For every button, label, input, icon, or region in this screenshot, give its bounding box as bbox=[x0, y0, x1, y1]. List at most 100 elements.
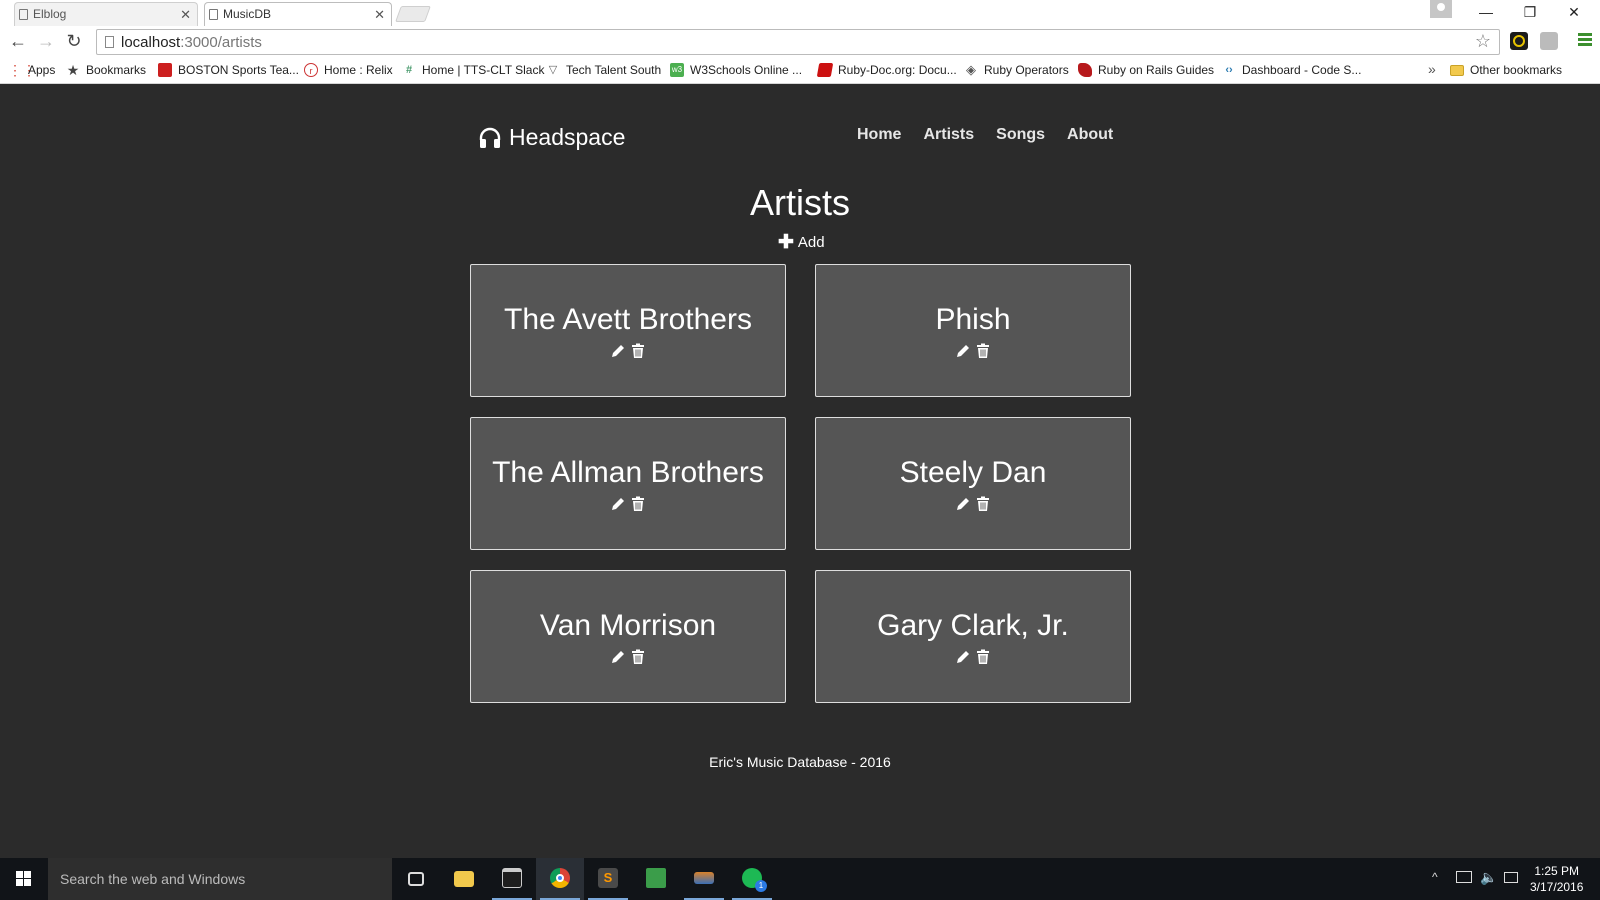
delete-trash-icon[interactable] bbox=[975, 343, 991, 359]
page-icon bbox=[105, 36, 114, 48]
chrome-icon[interactable] bbox=[536, 858, 584, 900]
ruby-doc-icon bbox=[816, 63, 834, 77]
spotify-icon[interactable]: 1 bbox=[728, 858, 776, 900]
browser-titlebar: Elblog ✕ MusicDB ✕ — ❐ ✕ bbox=[0, 0, 1600, 26]
windows-start-button[interactable] bbox=[0, 858, 48, 900]
restore-button[interactable]: ❐ bbox=[1508, 0, 1552, 26]
code-school-icon: ‹› bbox=[1225, 64, 1233, 76]
delete-trash-icon[interactable] bbox=[630, 649, 646, 665]
bookmark-label: Tech Talent South bbox=[566, 63, 662, 77]
action-center-icon[interactable] bbox=[1504, 872, 1518, 883]
nav-home[interactable]: Home bbox=[857, 126, 901, 144]
extension-check-icon[interactable] bbox=[1510, 32, 1528, 50]
task-view-icon[interactable] bbox=[392, 858, 440, 900]
bookmark-label: Other bookmarks bbox=[1470, 63, 1563, 77]
star-icon: ★ bbox=[66, 62, 80, 78]
chevron-up-icon[interactable]: ^ bbox=[1432, 870, 1438, 900]
terminal-icon[interactable] bbox=[488, 858, 536, 900]
artist-card[interactable]: The Allman Brothers bbox=[470, 417, 786, 550]
close-window-button[interactable]: ✕ bbox=[1552, 0, 1596, 26]
edit-pencil-icon[interactable] bbox=[610, 496, 626, 512]
artist-name[interactable]: The Allman Brothers bbox=[471, 456, 785, 490]
nav-about[interactable]: About bbox=[1067, 126, 1113, 144]
close-icon[interactable]: ✕ bbox=[180, 3, 191, 26]
nav-artists[interactable]: Artists bbox=[923, 126, 974, 144]
browser-toolbar: ← → ↻ localhost:3000/artists ☆ bbox=[0, 26, 1600, 58]
boston-sports-icon bbox=[158, 63, 172, 77]
bookmarks-overflow-icon[interactable]: » bbox=[1428, 61, 1436, 77]
sublime-text-icon[interactable]: S bbox=[584, 858, 632, 900]
bookmark-ruby-operators[interactable]: ◈ Ruby Operators bbox=[964, 62, 1069, 78]
bookmark-tech-talent-south[interactable]: ▽ Tech Talent South bbox=[546, 63, 661, 77]
bookmark-rails-guides[interactable]: Ruby on Rails Guides bbox=[1078, 63, 1214, 77]
bookmark-label: Bookmarks bbox=[86, 63, 147, 77]
tab-elblog[interactable]: Elblog ✕ bbox=[14, 2, 198, 26]
delete-trash-icon[interactable] bbox=[975, 649, 991, 665]
bookmark-code-school[interactable]: ‹› Dashboard - Code S... bbox=[1222, 63, 1361, 77]
artist-card[interactable]: Gary Clark, Jr. bbox=[815, 570, 1131, 703]
volume-icon[interactable]: 🔈 bbox=[1480, 869, 1497, 900]
url-path: :3000/artists bbox=[180, 34, 262, 51]
tab-title: Elblog bbox=[33, 7, 67, 21]
bookmark-slack[interactable]: # Home | TTS-CLT Slack bbox=[402, 63, 545, 77]
tab-title: MusicDB bbox=[223, 7, 272, 21]
artist-card[interactable]: Steely Dan bbox=[815, 417, 1131, 550]
minimize-button[interactable]: — bbox=[1464, 0, 1508, 26]
windows-logo-icon bbox=[16, 871, 31, 886]
bookmark-boston-sports[interactable]: BOSTON Sports Tea... bbox=[158, 63, 299, 77]
edit-pencil-icon[interactable] bbox=[610, 649, 626, 665]
artist-name[interactable]: Phish bbox=[816, 303, 1130, 337]
hp-store-icon[interactable] bbox=[632, 858, 680, 900]
tts-icon: ▽ bbox=[548, 64, 558, 76]
delete-trash-icon[interactable] bbox=[975, 496, 991, 512]
brand-logo[interactable]: Headspace bbox=[478, 124, 625, 151]
app-icon[interactable] bbox=[680, 858, 728, 900]
new-tab-button[interactable] bbox=[395, 6, 431, 22]
bookmark-other-bookmarks[interactable]: Other bookmarks bbox=[1450, 63, 1562, 77]
chrome-menu-icon[interactable] bbox=[1578, 33, 1592, 47]
edit-pencil-icon[interactable] bbox=[955, 649, 971, 665]
profile-icon[interactable] bbox=[1430, 0, 1452, 18]
artist-card[interactable]: Phish bbox=[815, 264, 1131, 397]
bookmark-label: Home | TTS-CLT Slack bbox=[422, 63, 545, 77]
tab-musicdb[interactable]: MusicDB ✕ bbox=[204, 2, 392, 26]
edit-pencil-icon[interactable] bbox=[610, 343, 626, 359]
artist-name[interactable]: Van Morrison bbox=[471, 609, 785, 643]
edit-pencil-icon[interactable] bbox=[955, 343, 971, 359]
ruby-operators-icon: ◈ bbox=[966, 62, 976, 77]
artist-card[interactable]: The Avett Brothers bbox=[470, 264, 786, 397]
add-artist-button[interactable]: ✚ Add bbox=[778, 233, 825, 252]
close-icon[interactable]: ✕ bbox=[374, 3, 385, 26]
file-explorer-icon[interactable] bbox=[440, 858, 488, 900]
slack-icon: # bbox=[405, 64, 413, 76]
bookmark-relix[interactable]: r Home : Relix bbox=[304, 63, 393, 77]
battery-icon[interactable] bbox=[1456, 871, 1472, 883]
delete-trash-icon[interactable] bbox=[630, 496, 646, 512]
address-bar[interactable]: localhost:3000/artists ☆ bbox=[96, 29, 1500, 55]
bookmark-label: W3Schools Online ... bbox=[690, 63, 803, 77]
bookmark-label: Ruby on Rails Guides bbox=[1098, 63, 1215, 77]
bookmark-bookmarks[interactable]: ★ Bookmarks bbox=[66, 63, 146, 77]
bookmark-star-icon[interactable]: ☆ bbox=[1475, 31, 1491, 52]
taskbar-clock[interactable]: 1:25 PM 3/17/2016 bbox=[1530, 863, 1583, 895]
artist-name[interactable]: Gary Clark, Jr. bbox=[816, 609, 1130, 643]
nav-songs[interactable]: Songs bbox=[996, 126, 1045, 144]
bookmark-apps[interactable]: ⋮⋮ Apps bbox=[8, 63, 55, 77]
url-host: localhost bbox=[121, 34, 181, 51]
artist-card[interactable]: Van Morrison bbox=[470, 570, 786, 703]
artist-name[interactable]: Steely Dan bbox=[816, 456, 1130, 490]
bookmark-label: Apps bbox=[28, 63, 56, 77]
artist-name[interactable]: The Avett Brothers bbox=[471, 303, 785, 337]
edit-pencil-icon[interactable] bbox=[955, 496, 971, 512]
back-arrow-icon[interactable]: ← bbox=[6, 30, 30, 54]
taskbar-search-input[interactable]: Search the web and Windows bbox=[48, 858, 392, 900]
extension-icon[interactable] bbox=[1540, 32, 1558, 50]
brand-name: Headspace bbox=[509, 124, 626, 150]
bookmark-label: Ruby Operators bbox=[984, 63, 1069, 77]
bookmark-label: Home : Relix bbox=[324, 63, 393, 77]
forward-arrow-icon[interactable]: → bbox=[34, 30, 58, 54]
reload-icon[interactable]: ↻ bbox=[62, 30, 86, 54]
bookmark-ruby-doc[interactable]: Ruby-Doc.org: Docu... bbox=[816, 63, 957, 77]
bookmark-w3schools[interactable]: w3 W3Schools Online ... bbox=[670, 63, 802, 77]
delete-trash-icon[interactable] bbox=[630, 343, 646, 359]
